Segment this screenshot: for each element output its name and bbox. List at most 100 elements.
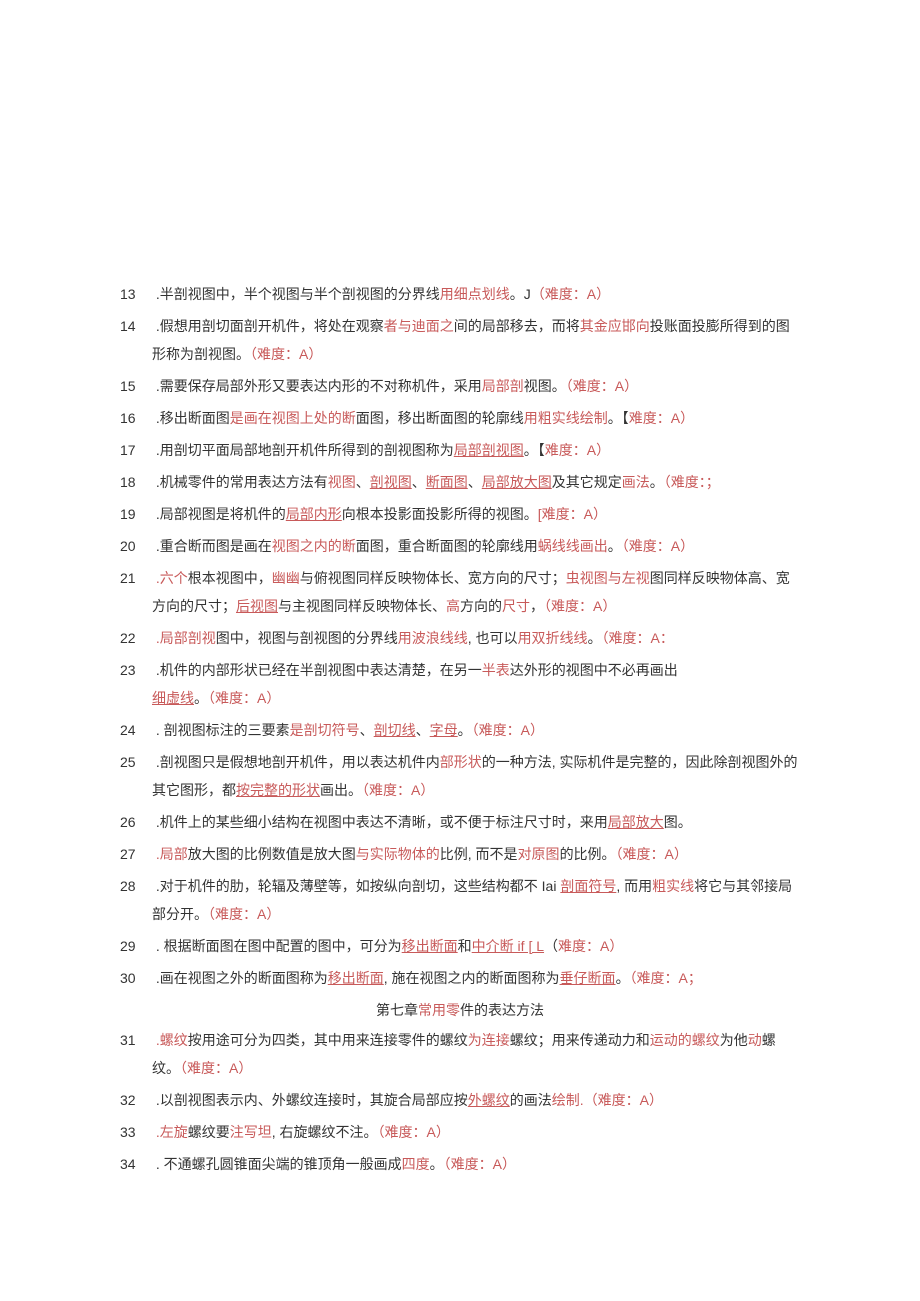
item-number: 14 xyxy=(120,312,144,340)
question-item: 25 .剖视图只是假想地剖开机件，用以表达机件内部形状的一种方法, 实际机件是完… xyxy=(120,748,800,804)
text-segment: 外螺纹 xyxy=(468,1092,510,1108)
question-item: 27 .局部放大图的比例数值是放大图与实际物体的比例, 而不是对原图的比例。（难… xyxy=(120,840,800,868)
question-item: 13 .半剖视图中，半个视图与半个剖视图的分界线用细点划线。J（难度：A） xyxy=(120,280,800,308)
question-item: 33 .左旋螺纹要注写坦, 右旋螺纹不注。（难度：A） xyxy=(120,1118,800,1146)
text-segment: 。 xyxy=(194,690,208,706)
text-segment: 粗实线 xyxy=(652,878,694,894)
text-segment: .需要保存局部外形又要表达内形的不对称机件，采用 xyxy=(152,378,482,394)
text-segment: 其金应邯向 xyxy=(580,318,650,334)
text-segment: 、 xyxy=(356,474,370,490)
text-segment: 难度：A） xyxy=(558,938,623,954)
text-segment: .机件的内部形状已经在半剖视图中表达清楚，在另一 xyxy=(152,662,482,678)
text-segment: 画出。 xyxy=(320,782,362,798)
question-item: 26 .机件上的某些细小结构在视图中表达不清晰，或不便于标注尺寸时，来用局部放大… xyxy=(120,808,800,836)
text-segment: 间的局部移去，而将 xyxy=(454,318,580,334)
text-segment: 者与迪面之 xyxy=(384,318,454,334)
text-segment: .画在视图之外的断面图称为 xyxy=(152,970,328,986)
text-segment: 比例, 而不是 xyxy=(440,846,518,862)
question-item: 23 .机件的内部形状已经在半剖视图中表达清楚，在另一半表达外形的视图中不必再画… xyxy=(120,656,800,712)
item-number: 16 xyxy=(120,404,144,432)
text-segment: 的比例。 xyxy=(560,846,616,862)
text-segment: .局部视图是将机件的 xyxy=(152,506,286,522)
question-item: 16 .移出断面图是画在视图上处的断面图，移出断面图的轮廓线用粗实线绘制。【难度… xyxy=(120,404,800,432)
text-segment: 为他 xyxy=(720,1032,748,1048)
text-segment: .剖视图只是假想地剖开机件，用以表达机件内 xyxy=(152,754,440,770)
text-segment: （难度：A） xyxy=(472,722,544,738)
text-segment: 四度 xyxy=(402,1156,430,1172)
text-segment: 局部放大图 xyxy=(482,474,552,490)
text-segment: 按完整的形状 xyxy=(236,782,320,798)
text-segment: 幽幽 xyxy=(272,570,300,586)
text-segment: 用双折线线 xyxy=(518,630,588,646)
text-segment: 用细点划线 xyxy=(440,286,510,302)
text-segment: 用粗实线绘制 xyxy=(524,410,608,426)
text-segment: 方向的 xyxy=(460,598,502,614)
text-segment: 合断面图的轮廓线用 xyxy=(412,538,538,554)
text-segment: 螺纹要 xyxy=(188,1124,230,1140)
text-segment: 。 xyxy=(608,538,622,554)
text-segment: （ xyxy=(544,938,558,954)
question-item: 24 . 剖视图标注的三要素是剖切符号、剖切线、字母。（难度：A） xyxy=(120,716,800,744)
item-number: 27 xyxy=(120,840,144,868)
text-segment: 。【 xyxy=(524,442,545,458)
item-number: 18 xyxy=(120,468,144,496)
text-segment: [难度：A） xyxy=(538,506,607,522)
text-segment: 的画法 xyxy=(510,1092,552,1108)
question-item: 32 .以剖视图表示内、外螺纹连接时，其旋合局部应按外螺纹的画法绘制.（难度：A… xyxy=(120,1086,800,1114)
text-segment: 根本视图中， xyxy=(188,570,272,586)
item-number: 19 xyxy=(120,500,144,528)
text-segment: 用波浪线线 xyxy=(398,630,468,646)
question-item: 28 .对于机件的肋，轮辐及薄壁等，如按纵向剖切，这些结构都不 Iai 剖面符号… xyxy=(120,872,800,928)
text-segment: .对于机件的肋，轮辐及薄壁等，如按纵向剖切，这些结构都不 Iai xyxy=(152,878,560,894)
text-segment: 与俯视图同样反映物体长、宽方向的尺寸； xyxy=(300,570,566,586)
item-number: 31 xyxy=(120,1026,144,1054)
text-segment: （难度：A） xyxy=(444,1156,516,1172)
text-segment: 图。 xyxy=(664,814,692,830)
text-segment: . 不通螺孔圆锥面尖端的锥顶角一般画成 xyxy=(152,1156,402,1172)
chapter-heading: 第七章常用零件的表达方法 xyxy=(120,996,800,1024)
text-segment: 与实际物体的 xyxy=(356,846,440,862)
text-segment: 运动的螺纹 xyxy=(650,1032,720,1048)
text-segment: 部形状 xyxy=(440,754,482,770)
item-number: 30 xyxy=(120,964,144,992)
text-segment: 。【 xyxy=(608,410,629,426)
text-segment: 移出断面 xyxy=(402,938,458,954)
text-segment: 。 xyxy=(650,474,664,490)
item-number: 20 xyxy=(120,532,144,560)
item-number: 24 xyxy=(120,716,144,744)
text-segment: ， xyxy=(530,598,544,614)
text-segment: , 施在视图之内的断面图称为 xyxy=(384,970,560,986)
text-segment: 、 xyxy=(360,722,374,738)
text-segment: , 也可以 xyxy=(468,630,518,646)
text-segment: .机件上的某些细小结构在视图中表达不清晰，或不便于标注尺寸时，来用 xyxy=(152,814,608,830)
question-item: 20 .重合断而图是画在视图之内的断面图，重合断面图的轮廓线用蜗线线画出。（难度… xyxy=(120,532,800,560)
item-number: 32 xyxy=(120,1086,144,1114)
text-segment: （难度：A） xyxy=(566,378,638,394)
text-segment: 及其它规定 xyxy=(552,474,622,490)
text-segment: 字母 xyxy=(430,722,458,738)
text-segment: 难度：A） xyxy=(545,442,610,458)
item-number: 28 xyxy=(120,872,144,900)
text-segment: 是画在视图上处的断 xyxy=(230,410,356,426)
text-segment: , 右旋螺纹不注。 xyxy=(272,1124,378,1140)
text-segment: （难度：A） xyxy=(208,690,280,706)
text-segment: 高 xyxy=(446,598,460,614)
question-item: 14 .假想用剖切面剖开机件，将处在观察者与迪面之间的局部移去，而将其金应邯向投… xyxy=(120,312,800,368)
text-segment: 视图。 xyxy=(524,378,566,394)
text-segment: 剖面符号 xyxy=(560,878,616,894)
text-segment: 尺寸 xyxy=(502,598,530,614)
question-item: 15 .需要保存局部外形又要表达内形的不对称机件，采用局部剖视图。（难度：A） xyxy=(120,372,800,400)
text-segment: 。 xyxy=(458,722,472,738)
text-segment: 移出断面 xyxy=(328,970,384,986)
text-segment: .局部 xyxy=(152,846,188,862)
text-segment: 、 xyxy=(412,474,426,490)
text-segment: （难度：A） xyxy=(616,846,688,862)
text-segment: 图中，视图与剖视图的分界线 xyxy=(216,630,398,646)
text-segment: 难度：A） xyxy=(629,410,694,426)
text-segment: 向根本投影面投影所得的视图。 xyxy=(342,506,538,522)
text-segment: 。 xyxy=(588,630,602,646)
text-segment: .用剖切平面局部地剖开机件所得到的剖视图称为 xyxy=(152,442,454,458)
question-item: 22 .局部剖视图中，视图与剖视图的分界线用波浪线线, 也可以用双折线线。（难度… xyxy=(120,624,800,652)
text-segment: （难度：A） xyxy=(180,1060,252,1076)
text-segment: 第七章 xyxy=(376,1002,418,1018)
